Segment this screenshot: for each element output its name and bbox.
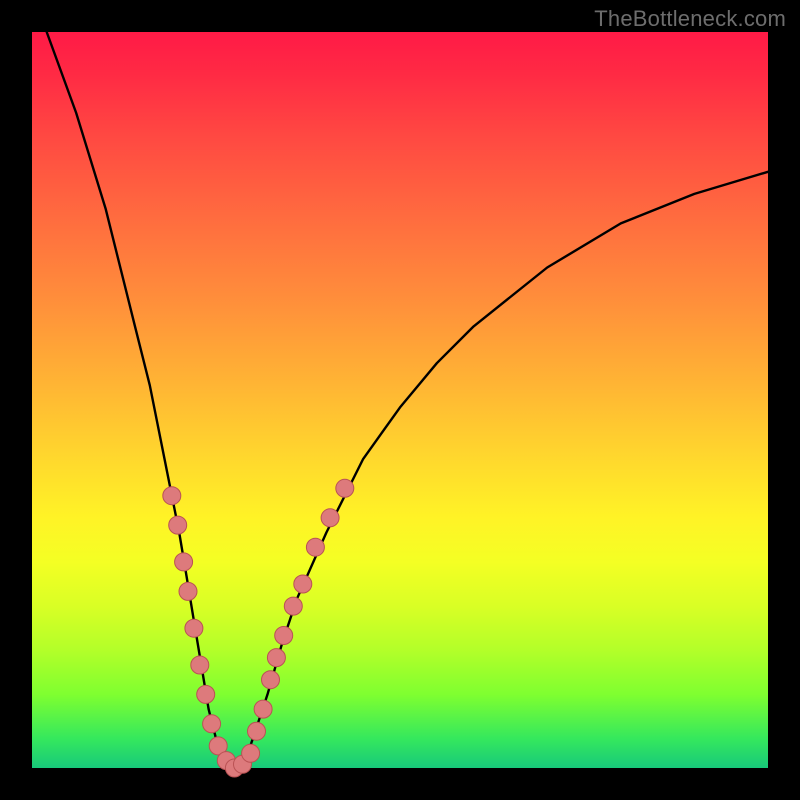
curve-marker — [336, 479, 354, 497]
curve-marker — [262, 671, 280, 689]
curve-markers — [163, 479, 354, 777]
watermark-text: TheBottleneck.com — [594, 6, 786, 32]
curve-marker — [175, 553, 193, 571]
curve-marker — [242, 744, 260, 762]
curve-marker — [306, 538, 324, 556]
curve-marker — [321, 509, 339, 527]
plot-area — [32, 32, 768, 768]
curve-marker — [267, 649, 285, 667]
curve-marker — [179, 582, 197, 600]
curve-marker — [275, 627, 293, 645]
bottleneck-curve — [47, 32, 768, 768]
curve-marker — [163, 487, 181, 505]
curve-marker — [191, 656, 209, 674]
curve-marker — [284, 597, 302, 615]
curve-marker — [197, 685, 215, 703]
curve-marker — [185, 619, 203, 637]
curve-layer — [32, 32, 768, 768]
curve-marker — [254, 700, 272, 718]
curve-marker — [203, 715, 221, 733]
curve-marker — [294, 575, 312, 593]
curve-marker — [248, 722, 266, 740]
chart-frame: TheBottleneck.com — [0, 0, 800, 800]
curve-marker — [169, 516, 187, 534]
